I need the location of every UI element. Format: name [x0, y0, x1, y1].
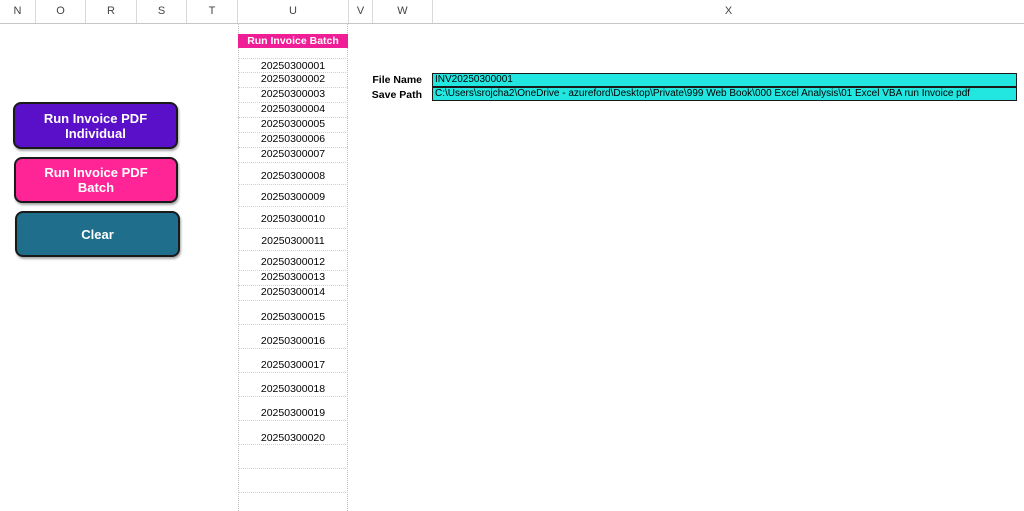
column-header-bar: N O R S T U V W X [0, 0, 1024, 24]
row-gridline [238, 206, 348, 207]
row-gridline [238, 162, 348, 163]
column-header-o[interactable]: O [36, 0, 86, 23]
invoice-item[interactable]: 20250300013 [238, 271, 348, 284]
column-header-v[interactable]: V [349, 0, 373, 23]
row-gridline [238, 492, 348, 493]
file-name-value[interactable]: INV20250300001 [432, 73, 1017, 87]
row-gridline [238, 300, 348, 301]
row-gridline [238, 250, 348, 251]
invoice-item[interactable]: 20250300015 [238, 311, 348, 324]
row-gridline [238, 396, 348, 397]
invoice-item[interactable]: 20250300012 [238, 256, 348, 269]
save-path-value[interactable]: C:\Users\srojcha2\OneDrive - azureford\D… [432, 87, 1017, 101]
invoice-item[interactable]: 20250300009 [238, 191, 348, 204]
row-gridline [238, 324, 348, 325]
invoice-item[interactable]: 20250300016 [238, 335, 348, 348]
file-name-label: File Name [372, 74, 422, 86]
run-invoice-batch-header[interactable]: Run Invoice Batch [238, 34, 348, 48]
invoice-item[interactable]: 20250300003 [238, 88, 348, 101]
column-header-u[interactable]: U [238, 0, 349, 23]
invoice-item[interactable]: 20250300006 [238, 133, 348, 146]
run-invoice-pdf-individual-button[interactable]: Run Invoice PDF Individual [13, 102, 178, 149]
column-header-s[interactable]: S [137, 0, 187, 23]
invoice-item[interactable]: 20250300011 [238, 235, 348, 248]
invoice-item[interactable]: 20250300007 [238, 148, 348, 161]
save-path-label: Save Path [371, 89, 422, 101]
clear-button-label: Clear [81, 226, 114, 242]
invoice-item[interactable]: 20250300014 [238, 286, 348, 299]
invoice-item[interactable]: 20250300017 [238, 359, 348, 372]
invoice-item[interactable]: 20250300005 [238, 118, 348, 131]
row-gridline [238, 372, 348, 373]
invoice-item[interactable]: 20250300018 [238, 383, 348, 396]
individual-button-label: Run Invoice PDF Individual [43, 110, 148, 141]
invoice-item[interactable]: 20250300001 [238, 60, 348, 73]
row-gridline [238, 58, 348, 59]
row-gridline [238, 468, 348, 469]
invoice-item[interactable]: 20250300002 [238, 73, 348, 86]
row-gridline [238, 420, 348, 421]
column-header-n[interactable]: N [0, 0, 36, 23]
invoice-item[interactable]: 20250300008 [238, 170, 348, 183]
invoice-item[interactable]: 20250300010 [238, 213, 348, 226]
column-header-x[interactable]: X [433, 0, 1024, 23]
batch-button-label: Run Invoice PDF Batch [44, 165, 148, 195]
column-header-w[interactable]: W [373, 0, 433, 23]
clear-button[interactable]: Clear [15, 211, 180, 257]
column-header-r[interactable]: R [86, 0, 137, 23]
run-invoice-pdf-batch-button[interactable]: Run Invoice PDF Batch [14, 157, 178, 203]
row-gridline [238, 348, 348, 349]
row-gridline [238, 228, 348, 229]
column-header-t[interactable]: T [187, 0, 238, 23]
row-gridline [238, 184, 348, 185]
invoice-item[interactable]: 20250300020 [238, 432, 348, 445]
invoice-item[interactable]: 20250300019 [238, 407, 348, 420]
invoice-item[interactable]: 20250300004 [238, 103, 348, 116]
